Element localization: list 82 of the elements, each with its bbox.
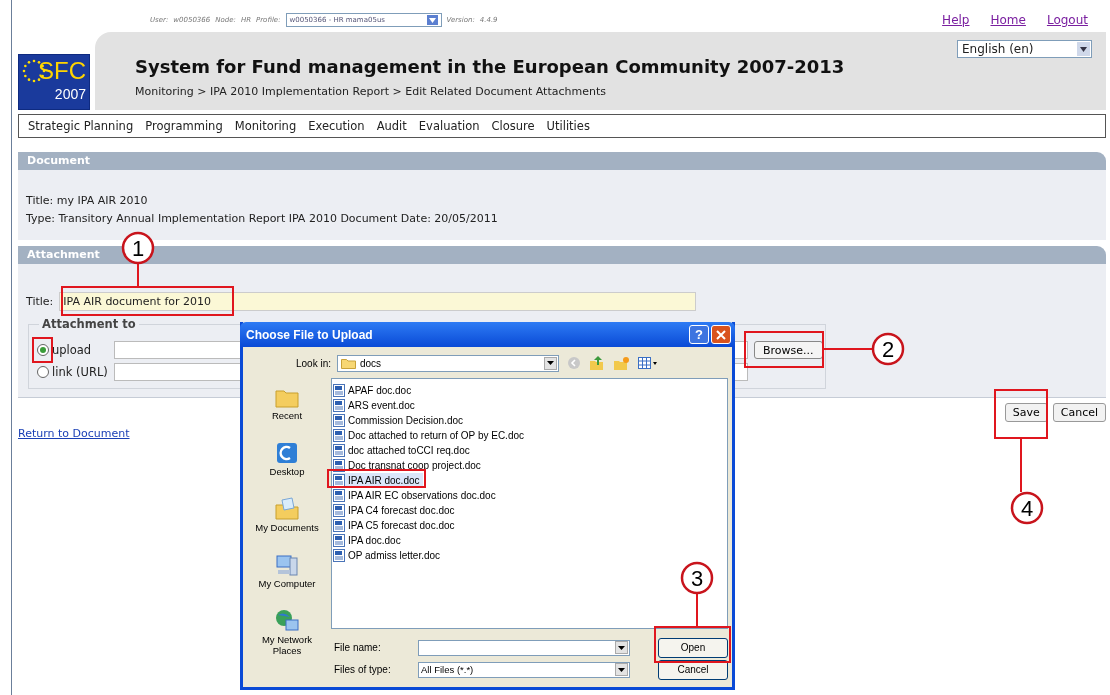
file-item[interactable]: IPA C4 forecast doc.doc <box>333 503 458 518</box>
title-label: Title: <box>26 293 54 310</box>
file-item[interactable]: APAF doc.doc <box>333 383 415 398</box>
radio-button[interactable] <box>37 366 49 378</box>
open-button[interactable]: Open <box>658 637 728 658</box>
file-item[interactable]: Doc attached to return of OP by EC.doc <box>333 428 528 443</box>
radio-button[interactable] <box>37 344 49 356</box>
leader-line <box>137 263 139 288</box>
file-name-field[interactable] <box>418 639 630 656</box>
radio-label: link (URL) <box>52 365 109 379</box>
place-label: My Network Places <box>260 634 314 656</box>
back-icon[interactable] <box>567 356 581 370</box>
menu-item[interactable]: Audit <box>376 119 407 133</box>
look-in-dropdown[interactable]: docs <box>337 354 559 372</box>
action-button[interactable]: Save <box>1004 403 1048 422</box>
menu-item[interactable]: Evaluation <box>418 119 480 133</box>
header-link[interactable]: Logout <box>1046 13 1088 27</box>
up-folder-icon[interactable] <box>589 355 605 371</box>
menu-item[interactable]: Utilities <box>546 119 590 133</box>
breadcrumb: Monitoring > IPA 2010 Implementation Report > Edit Related Document Attachments <box>135 85 607 98</box>
computer-icon[interactable] <box>274 552 300 578</box>
file-item[interactable]: OP admiss letter.doc <box>333 548 444 563</box>
close-icon <box>716 329 726 340</box>
app-title: System for Fund management in the European Community 2007-2013 <box>135 56 845 77</box>
place-label: My Computer <box>257 578 317 589</box>
menu-item[interactable]: Programming <box>145 119 223 133</box>
document-type: Type: Transitory Annual Implementation Report IPA 2010 Document Date: 20/05/2011 <box>26 211 499 227</box>
file-name-label: File name: <box>334 642 382 653</box>
language-dropdown[interactable]: English (en) <box>957 40 1092 58</box>
section-header: Document <box>18 152 1106 170</box>
menu-item[interactable]: Execution <box>308 119 365 133</box>
callout-circle <box>680 561 714 595</box>
file-type-label: Files of type: <box>334 664 392 675</box>
network-globe-icon[interactable] <box>274 608 300 634</box>
leader-line <box>822 348 873 350</box>
document-title: Title: my IPA AIR 2010 <box>26 193 149 209</box>
menu-item[interactable]: Closure <box>491 119 535 133</box>
callout-number: 3 <box>690 566 704 591</box>
menu-item[interactable]: Monitoring <box>234 119 297 133</box>
callout-number: 4 <box>1020 496 1034 521</box>
callout-number: 1 <box>131 236 145 261</box>
header-link[interactable]: Home <box>990 13 1026 27</box>
file-item[interactable]: Doc transnat coop project.doc <box>333 458 484 473</box>
callout-circle <box>1010 491 1044 525</box>
close-button[interactable] <box>711 325 731 344</box>
leader-line <box>696 593 698 628</box>
file-type-dropdown[interactable]: All Files (*.*) <box>418 661 630 678</box>
cancel-button[interactable]: Cancel <box>658 659 728 680</box>
header-link[interactable]: Help <box>942 13 970 27</box>
look-in-label: Look in: <box>294 357 331 369</box>
action-button[interactable]: Cancel <box>1052 403 1106 422</box>
radio-label: upload <box>52 343 93 357</box>
file-item[interactable]: IPA AIR EC observations doc.doc <box>333 488 499 503</box>
callout-number: 2 <box>881 337 895 362</box>
callout-circle <box>121 231 155 265</box>
dialog-title: Choose File to Upload <box>246 327 374 342</box>
file-item[interactable]: IPA doc.doc <box>333 533 404 548</box>
highlight-frame <box>994 389 1048 439</box>
view-menu-icon[interactable] <box>638 356 658 370</box>
place-label: Desktop <box>268 466 306 477</box>
dropdown-arrow-icon <box>426 15 438 25</box>
place-label: My Documents <box>254 522 320 533</box>
file-item[interactable]: Commission Decision.doc <box>333 413 467 428</box>
documents-folder-icon[interactable] <box>274 496 300 522</box>
leader-line <box>1020 437 1022 493</box>
browse-button[interactable]: Browse... <box>754 341 823 359</box>
callout-circle <box>871 332 905 366</box>
fieldset-legend: Attachment to <box>39 317 139 331</box>
return-link[interactable]: Return to Document <box>18 427 130 440</box>
folder-icon <box>341 357 356 369</box>
logo-text: SFC <box>38 57 86 85</box>
file-item[interactable]: ARS event.doc <box>333 398 418 413</box>
file-item[interactable]: IPA C5 forecast doc.doc <box>333 518 458 533</box>
place-label: Recent <box>270 410 304 421</box>
file-item[interactable]: doc attached toCCI req.doc <box>333 443 473 458</box>
title-input[interactable]: IPA AIR document for 2010 <box>59 292 697 311</box>
desktop-icon[interactable] <box>274 440 300 466</box>
menu-item[interactable]: Strategic Planning <box>28 119 134 133</box>
help-button[interactable]: ? <box>689 325 709 344</box>
highlight-frame <box>32 337 53 363</box>
logo-year: 2007 <box>54 85 86 103</box>
new-folder-icon[interactable] <box>613 355 630 371</box>
